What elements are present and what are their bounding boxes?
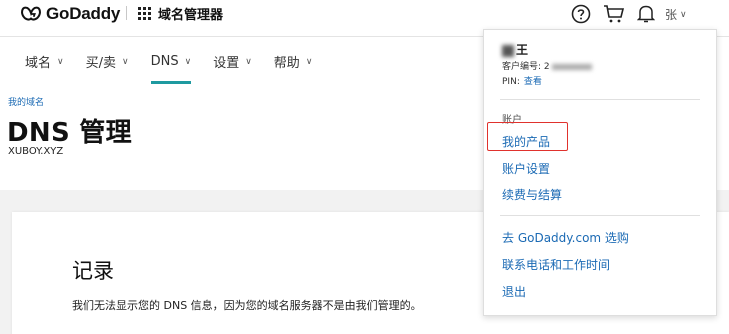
highlight-annotation <box>487 122 568 151</box>
nav-item-buy-sell[interactable]: 买/卖 ∨ <box>86 52 129 71</box>
menu-item-shop-godaddy[interactable]: 去 GoDaddy.com 选购 <box>502 229 629 246</box>
chevron-down-icon: ∨ <box>245 56 252 67</box>
cart-icon <box>604 5 625 23</box>
chevron-down-icon: ∨ <box>184 56 192 67</box>
apps-menu[interactable]: 域名管理器 <box>138 4 223 23</box>
breadcrumb-my-domains[interactable]: 我的域名 <box>8 95 44 108</box>
chevron-down-icon: ∨ <box>122 56 129 67</box>
nav-item-domains[interactable]: 域名 ∨ <box>25 52 64 71</box>
nav-item-settings[interactable]: 设置 ∨ <box>213 52 252 71</box>
divider <box>126 6 127 20</box>
help-icon <box>571 4 591 24</box>
chevron-down-icon: ∨ <box>305 56 313 67</box>
logo-text: GoDaddy <box>46 4 121 23</box>
redacted-name <box>502 44 514 57</box>
nav-item-dns[interactable]: DNS ∨ <box>150 52 192 84</box>
customer-number: 客户编号: 2 <box>502 59 592 72</box>
notifications-button[interactable] <box>634 2 658 26</box>
app-title: 域名管理器 <box>158 8 224 23</box>
menu-item-contact-hours[interactable]: 联系电话和工作时间 <box>502 256 610 273</box>
menu-item-account-settings[interactable]: 账户设置 <box>502 160 550 177</box>
divider <box>500 215 700 216</box>
main-nav: 域名 ∨ 买/卖 ∨ DNS ∨ 设置 ∨ 帮助 ∨ <box>25 52 334 84</box>
dns-notice: 我们无法显示您的 DNS 信息，因为您的域名服务器不是由我们管理的。 <box>72 299 422 312</box>
nav-label: 买/卖 <box>85 56 116 71</box>
pin-row: PIN: 查看 <box>502 77 542 87</box>
redacted-number <box>551 63 592 70</box>
nav-item-help[interactable]: 帮助 ∨ <box>274 52 313 71</box>
bell-icon <box>637 5 655 23</box>
nav-label: 设置 <box>213 56 240 71</box>
user-name: 张 <box>665 8 678 22</box>
account-dropdown: 王 客户编号: 2 PIN: 查看 账户 我的产品 账户设置 续费与结算 去 Go… <box>483 29 717 316</box>
nav-label: DNS <box>150 54 179 69</box>
page-title: DNS 管理 <box>7 118 132 148</box>
menu-item-renewals-billing[interactable]: 续费与结算 <box>502 186 562 203</box>
menu-item-sign-out[interactable]: 退出 <box>502 283 526 300</box>
chevron-down-icon: ∨ <box>680 9 687 20</box>
nav-label: 帮助 <box>273 56 300 71</box>
divider <box>500 99 700 100</box>
user-menu[interactable]: 张 ∨ <box>665 6 687 23</box>
section-title: 记录 <box>72 259 114 283</box>
help-button[interactable] <box>569 2 593 26</box>
domain-name: XUBOY.XYZ <box>8 146 64 157</box>
account-name: 王 <box>502 41 528 58</box>
godaddy-logo-icon <box>21 6 41 21</box>
godaddy-logo[interactable]: GoDaddy <box>20 3 120 25</box>
apps-grid-icon <box>138 6 152 21</box>
nav-label: 域名 <box>25 56 52 71</box>
top-bar: GoDaddy 域名管理器 张 ∨ <box>0 0 729 30</box>
chevron-down-icon: ∨ <box>57 56 64 67</box>
pin-view-link[interactable]: 查看 <box>524 77 542 87</box>
cart-button[interactable] <box>602 2 626 26</box>
